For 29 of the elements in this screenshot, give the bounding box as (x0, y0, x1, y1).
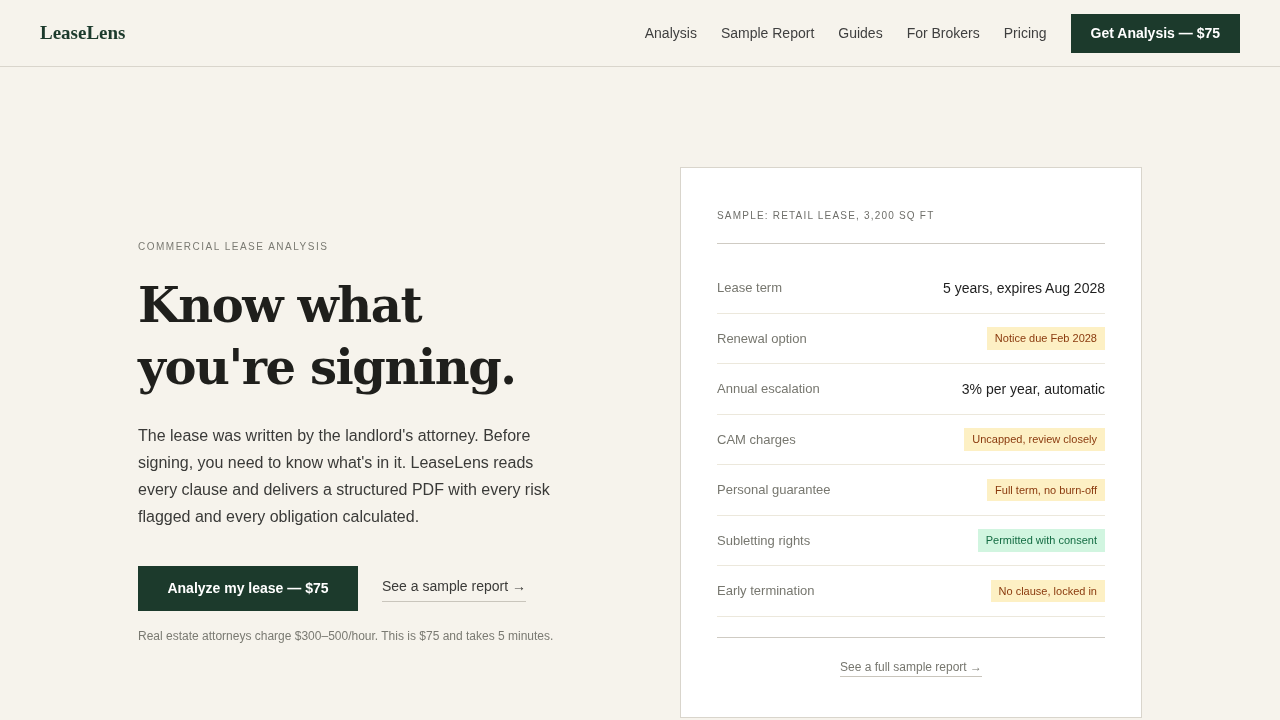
term-label: Annual escalation (717, 380, 820, 398)
nav-link[interactable]: For Brokers (906, 22, 980, 44)
hero-description: The lease was written by the landlord's attorney. Before signing, you need to know what's in it. LeaseLens reads every clause and delivers a structured PDF with every risk flagged and every obligation calculated. (138, 426, 551, 528)
status-tag: Full term, no burn-off (987, 478, 1105, 501)
nav-link[interactable]: Analysis (644, 22, 697, 44)
status-tag: Uncapped, review closely (964, 428, 1105, 451)
nav-link[interactable]: Guides (838, 22, 883, 44)
term-label: Subletting rights (717, 531, 811, 550)
analyze-lease-button[interactable]: Analyze my lease — $75 (138, 566, 358, 612)
status-tag: No clause, locked in (990, 579, 1105, 602)
price-comparison-note: Real estate attorneys charge $300–500/hour. This is $75 and takes 5 minutes. (138, 628, 555, 646)
term-label: CAM charges (717, 430, 796, 449)
status-tag: Permitted with consent (977, 529, 1105, 552)
term-label: Early termination (717, 582, 815, 600)
term-label: Personal guarantee (717, 481, 831, 499)
brand-logo[interactable]: LeaseLens (40, 18, 126, 48)
get-analysis-button[interactable]: Get Analysis — $75 (1070, 13, 1240, 53)
status-tag: Notice due Feb 2028 (986, 327, 1105, 350)
nav-link[interactable]: Sample Report (720, 22, 815, 44)
term-label: Lease term (717, 279, 783, 297)
eyebrow-label: COMMERCIAL LEASE ANALYSIS (138, 240, 330, 255)
full-sample-link[interactable]: See a full sample report → (839, 657, 983, 677)
sample-report-link[interactable]: See a sample report → (382, 575, 526, 602)
term-value: 3% per year, automatic (961, 379, 1105, 399)
term-value: 5 years, expires Aug 2028 (943, 278, 1105, 298)
card-title: SAMPLE: RETAIL LEASE, 3,200 SQ FT (717, 208, 1105, 244)
term-label: Renewal option (717, 329, 807, 348)
nav-link[interactable]: Pricing (1003, 22, 1047, 44)
hero-heading: Know what you're signing. (138, 276, 517, 398)
